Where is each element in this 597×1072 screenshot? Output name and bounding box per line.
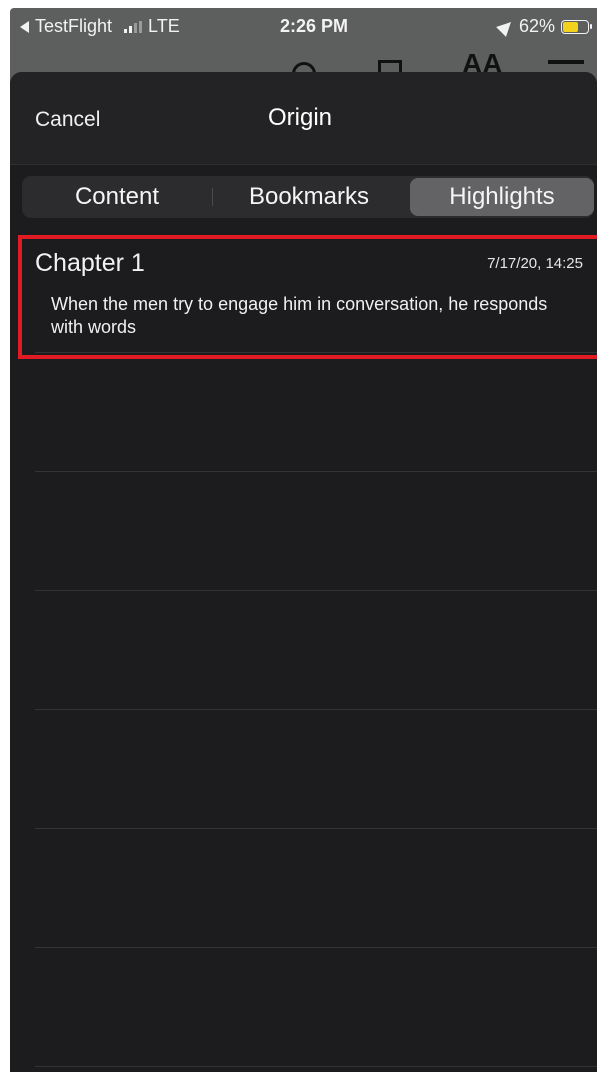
battery-icon	[561, 19, 592, 34]
back-app-label[interactable]: TestFlight	[35, 16, 112, 37]
status-right: 62%	[496, 16, 592, 37]
row-separator	[35, 828, 597, 829]
segment-divider	[212, 188, 213, 206]
tab-bookmarks[interactable]: Bookmarks	[214, 176, 404, 218]
row-separator	[35, 1066, 597, 1067]
row-separator	[35, 947, 597, 948]
signal-icon	[124, 20, 143, 33]
menu-icon	[548, 60, 584, 64]
tab-highlights[interactable]: Highlights	[410, 178, 594, 216]
status-bar: TestFlight LTE 2:26 PM 62%	[10, 8, 597, 44]
back-arrow-icon[interactable]	[20, 20, 29, 33]
sheet-nav-bar: Cancel Origin	[10, 72, 597, 165]
highlight-text: When the men try to engage him in conver…	[51, 294, 548, 337]
location-arrow-icon	[496, 16, 516, 37]
highlight-chapter: Chapter 1	[35, 249, 145, 277]
highlights-sheet: Cancel Origin Content Bookmarks Highligh…	[10, 72, 597, 1072]
sheet-title: Origin	[267, 104, 333, 131]
status-time: 2:26 PM	[280, 16, 349, 36]
row-separator	[35, 590, 597, 591]
highlight-date: 7/17/20, 14:25	[487, 255, 583, 272]
network-label: LTE	[148, 16, 180, 36]
segmented-control: Content Bookmarks Highlights	[22, 176, 594, 218]
highlight-row[interactable]: Chapter 1 7/17/20, 14:25 When the men tr…	[10, 237, 597, 365]
tab-content[interactable]: Content	[22, 176, 212, 218]
row-separator	[35, 352, 597, 353]
row-separator	[35, 471, 597, 472]
battery-percent: 62%	[518, 16, 555, 36]
row-separator	[35, 709, 597, 710]
status-left: TestFlight LTE	[20, 16, 180, 37]
